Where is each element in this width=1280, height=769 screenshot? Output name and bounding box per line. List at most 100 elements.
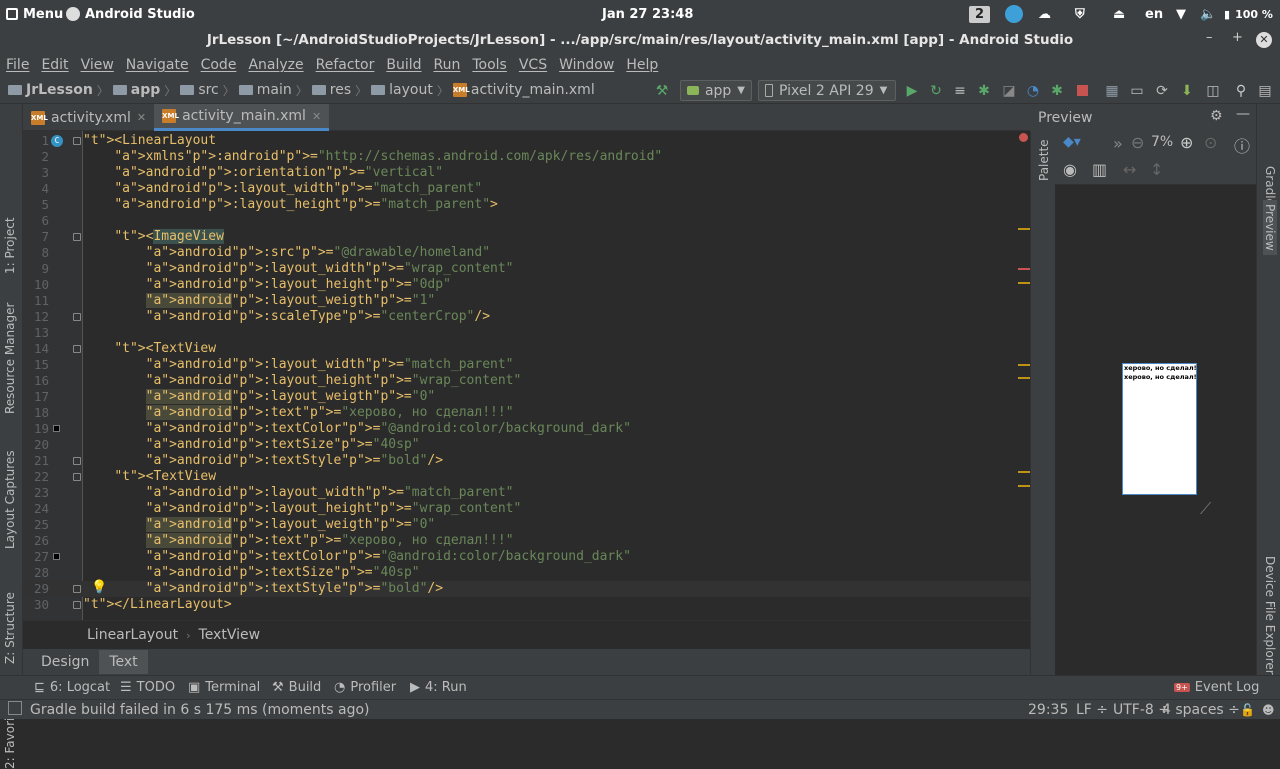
menu-analyze[interactable]: Analyze [248,57,303,73]
zoom-in-icon[interactable]: ⊕ [1180,133,1193,152]
menu-run[interactable]: Run [434,57,461,73]
code-line[interactable]: 25 "a">android"p">:layout_weigth"p">="0" [23,517,1030,533]
code-line[interactable]: 7 "t"><ImageView [23,229,1030,245]
apply-changes-icon[interactable]: ↻ [927,81,945,100]
code-line[interactable]: 23 "a">android"p">:layout_width"p">="mat… [23,485,1030,501]
layers-icon[interactable]: ◆▾ [1063,134,1081,150]
warnings-icon[interactable]: ⓘ [1234,133,1250,157]
tab-activity-xml[interactable]: XML activity.xml ✕ [23,104,154,131]
menu-vcs[interactable]: VCS [519,57,547,73]
code-line[interactable]: 20 "a">android"p">:textSize"p">="40sp" [23,437,1030,453]
fold-marker-icon[interactable] [73,601,81,609]
menu-code[interactable]: Code [201,57,237,73]
layout-captures-tool-tab[interactable]: Layout Captures [3,450,17,549]
fold-marker-icon[interactable] [73,457,81,465]
zoom-out-icon[interactable]: ⊖ [1131,133,1144,152]
editor-crumb-linearlayout[interactable]: LinearLayout [87,627,178,643]
fold-marker-icon[interactable] [73,137,81,145]
fold-marker-icon[interactable] [73,233,81,241]
terminal-tool-button[interactable]: ▣ Terminal [188,680,260,695]
horizontal-resize-icon[interactable]: ↔ [1123,160,1136,179]
fold-marker-icon[interactable] [73,473,81,481]
system-menu-button[interactable]: Menu [6,0,63,28]
device-file-explorer-tool-tab[interactable]: Device File Explorer [1263,556,1277,675]
eject-icon[interactable]: ⏏ [1113,0,1125,28]
device-select[interactable]: Pixel 2 API 29 ▼ [758,80,896,101]
attach-debugger-icon[interactable]: ◪ [1000,81,1018,100]
layout-preview-canvas[interactable]: херово, но сделал!!! херово, но сделал!!… [1055,185,1256,675]
shield-icon[interactable]: ⛨ [1075,0,1085,28]
debug-icon[interactable]: ✱ [975,81,993,100]
cloud-icon[interactable]: ☁ [1038,0,1051,28]
breadcrumb-layout[interactable]: layout [367,82,437,98]
error-marker[interactable] [1018,268,1030,270]
code-line[interactable]: 18 "a">android"p">:text"p">="херово, но … [23,405,1030,421]
breadcrumb-res[interactable]: res [308,82,355,98]
intention-bulb-icon[interactable]: 💡 [91,580,107,596]
close-tab-icon[interactable]: ✕ [137,111,146,124]
event-icon[interactable]: ▤ [1256,81,1274,100]
menu-refactor[interactable]: Refactor [316,57,375,73]
menu-edit[interactable]: Edit [41,57,68,73]
profiler-tool-button[interactable]: ◔ Profiler [334,680,396,695]
eye-icon[interactable]: ◉ [1063,160,1077,179]
code-line[interactable]: 4 "a">android"p">:layout_width"p">="matc… [23,181,1030,197]
warning-marker[interactable] [1018,282,1030,284]
split-view-icon[interactable]: ▥ [1092,160,1107,179]
menu-navigate[interactable]: Navigate [126,57,189,73]
maximize-button[interactable]: + [1232,30,1243,45]
line-separator[interactable]: LF ÷ [1076,702,1108,718]
keyboard-layout[interactable]: en [1145,0,1163,28]
avd-manager-icon[interactable]: ▭ [1128,81,1146,100]
project-structure-icon[interactable]: ▦ [1103,81,1121,100]
more-icon[interactable]: » [1113,134,1123,153]
code-line[interactable]: 22 "t"><TextView [23,469,1030,485]
code-line[interactable]: 8 "a">android"p">:src"p">="@drawable/hom… [23,245,1030,261]
code-line[interactable]: 26 "a">android"p">:text"p">="херово, но … [23,533,1030,549]
code-line[interactable]: 6 [23,213,1030,229]
palette-tool-tab[interactable]: Palette [1037,139,1051,181]
menu-file[interactable]: File [6,57,29,73]
fold-marker-icon[interactable] [73,585,81,593]
code-line[interactable]: 11 "a">android"p">:layout_weigth"p">="1" [23,293,1030,309]
caret-position[interactable]: 29:35 [1028,702,1068,718]
build-tool-button[interactable]: ⚒ Build [272,680,321,695]
color-swatch-icon[interactable] [53,425,60,432]
resource-manager-tool-tab[interactable]: Resource Manager [3,303,17,414]
zoom-fit-icon[interactable]: ⊙ [1204,133,1217,152]
code-line[interactable]: 2 "a">xmlns"p">:android"p">="http://sche… [23,149,1030,165]
breadcrumb-module[interactable]: app [109,82,165,98]
warning-marker[interactable] [1018,377,1030,379]
menu-build[interactable]: Build [386,57,421,73]
fold-marker-icon[interactable] [73,313,81,321]
sdk-manager-icon[interactable]: ⬇ [1178,81,1196,100]
run-tool-button[interactable]: ▶ 4: Run [410,680,467,695]
code-line[interactable]: 27 "a">android"p">:textColor"p">="@andro… [23,549,1030,565]
close-tab-icon[interactable]: ✕ [312,110,321,123]
profile-icon[interactable]: ◔ [1024,81,1042,100]
minimize-button[interactable]: – [1206,30,1213,45]
breadcrumb-project[interactable]: JrLesson [0,82,97,98]
breadcrumb-main[interactable]: main [235,82,296,98]
code-line[interactable]: 12 "a">android"p">:scaleType"p">="center… [23,309,1030,325]
code-line[interactable]: 3 "a">android"p">:orientation"p">="verti… [23,165,1030,181]
search-icon[interactable]: ⚲ [1232,81,1250,100]
color-swatch-icon[interactable] [53,553,60,560]
code-editor[interactable]: 1 "t"><LinearLayout C 2 "a">xmlns"p">:andro… [23,131,1051,620]
menu-tools[interactable]: Tools [472,57,507,73]
toggle-panels-icon[interactable] [8,701,22,715]
event-log-button[interactable]: 9+ Event Log [1174,680,1259,695]
code-line[interactable]: 16 "a">android"p">:layout_height"p">="wr… [23,373,1030,389]
resize-handle-icon[interactable]: ⟋ [1200,499,1211,519]
breadcrumb-file[interactable]: XML activity_main.xml [449,82,599,98]
device-preview[interactable]: херово, но сделал!!! херово, но сделал!!… [1122,363,1197,495]
code-line[interactable]: 17 "a">android"p">:layout_weigth"p">="0" [23,389,1030,405]
menu-window[interactable]: Window [559,57,614,73]
warning-marker[interactable] [1018,485,1030,487]
warning-marker[interactable] [1018,228,1030,230]
stop-icon[interactable] [1073,81,1091,100]
project-tool-tab[interactable]: 1: Project [3,217,17,274]
code-line[interactable]: 10 "a">android"p">:layout_height"p">="0d… [23,277,1030,293]
todo-tool-button[interactable]: ☰ TODO [120,680,175,695]
structure-tool-tab[interactable]: Z: Structure [3,592,17,664]
